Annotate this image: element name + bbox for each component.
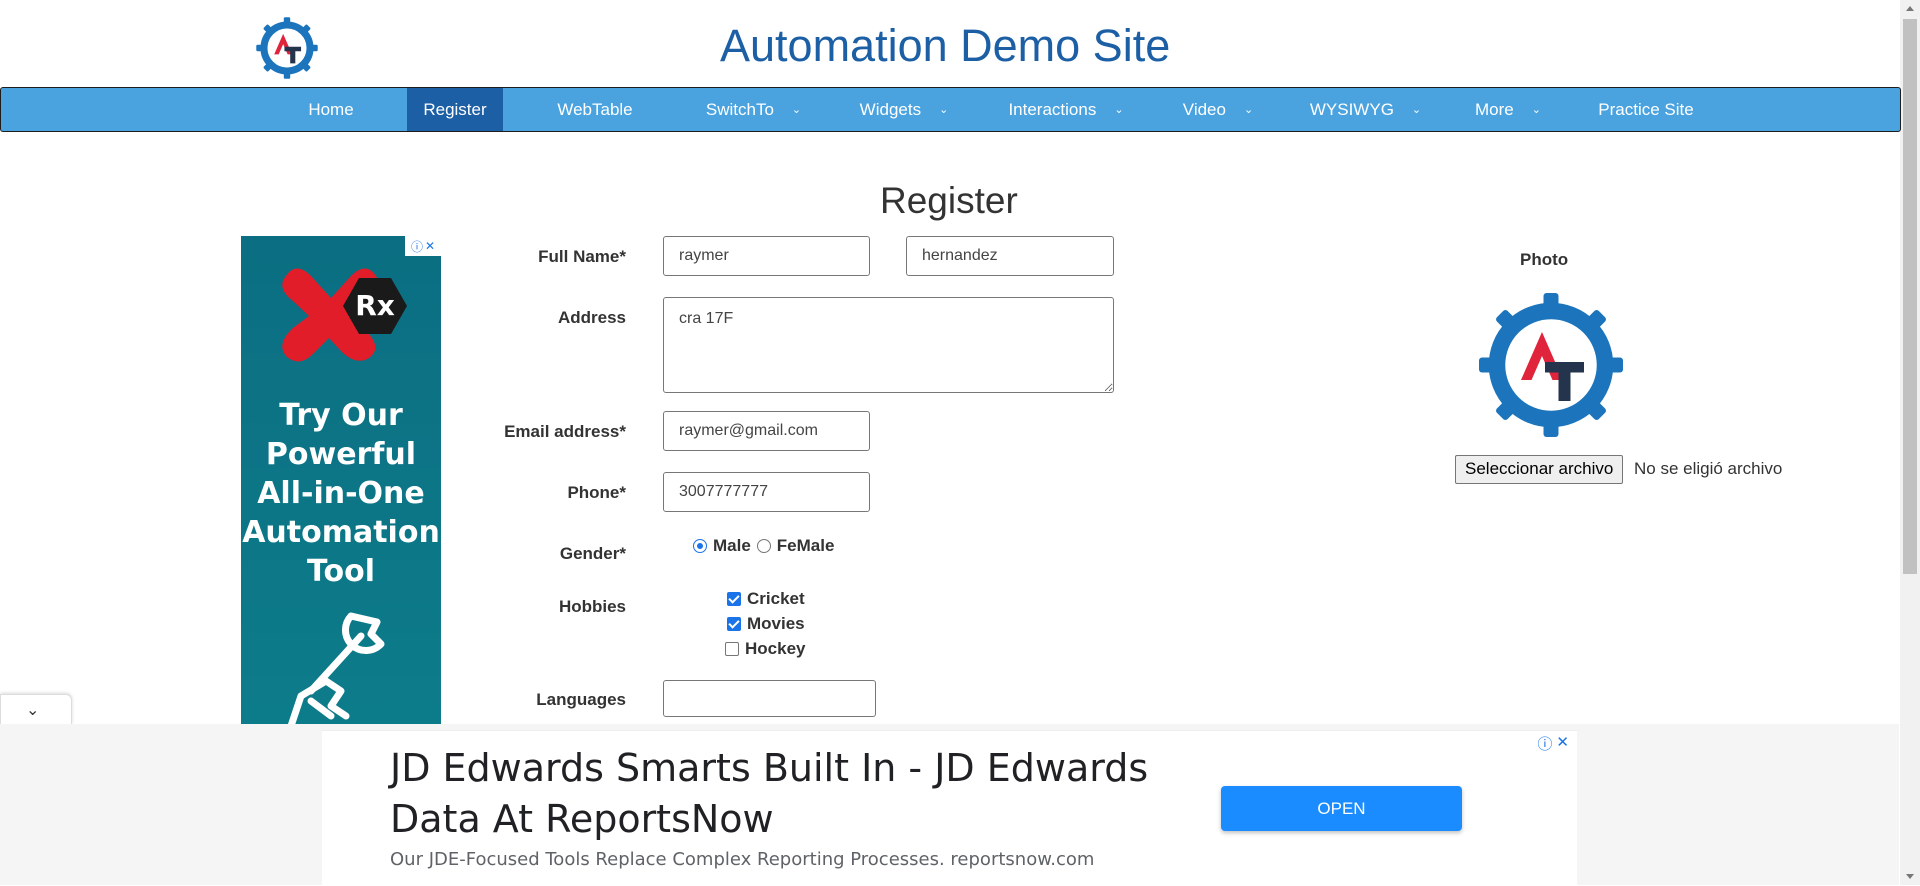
nav-webtable[interactable]: WebTable	[541, 88, 649, 131]
nav-register-label: Register	[423, 100, 487, 119]
nav-wysiwyg[interactable]: WYSIWYG ⌄	[1298, 88, 1433, 131]
ad-left-text: Try Our Powerful All-in-One Automation T…	[241, 396, 441, 591]
scroll-down-icon[interactable]	[1906, 874, 1914, 879]
collapse-ad-button[interactable]: ⌄	[0, 694, 72, 725]
nav-home-label: Home	[308, 100, 354, 119]
main-nav: Home Register WebTable SwitchTo ⌄ Widgets…	[0, 87, 1901, 132]
photo-preview-logo-icon	[1479, 293, 1623, 437]
wrench-hand-icon	[287, 612, 385, 724]
nav-practice-site-label: Practice Site	[1598, 100, 1694, 119]
last-name-input[interactable]	[906, 236, 1114, 276]
hobby-hockey: Hockey	[725, 639, 805, 659]
chevron-down-icon: ⌄	[26, 702, 40, 719]
email-input[interactable]	[663, 411, 870, 451]
nav-video[interactable]: Video ⌄	[1168, 88, 1268, 131]
full-name-label: Full Name*	[538, 247, 626, 266]
chevron-down-icon: ⌄	[939, 104, 949, 117]
hobby-cricket: Cricket	[727, 589, 805, 609]
gender-male-label: Male	[713, 536, 751, 555]
email-label: Email address*	[504, 422, 626, 441]
gender-female-label: FeMale	[776, 536, 835, 555]
chevron-down-icon: ⌄	[1411, 104, 1422, 117]
nav-interactions[interactable]: Interactions ⌄	[996, 88, 1136, 131]
choose-file-button[interactable]: Seleccionar archivo	[1455, 455, 1624, 484]
chevron-down-icon: ⌄	[1531, 104, 1541, 117]
hobby-hockey-label: Hockey	[745, 639, 806, 658]
ad-left-brand: Rx	[355, 289, 395, 322]
hobby-cricket-checkbox[interactable]	[727, 592, 741, 606]
ad-open-button[interactable]: OPEN	[1221, 786, 1462, 831]
scroll-up-icon[interactable]	[1906, 6, 1914, 11]
hobbies-label: Hobbies	[558, 597, 626, 616]
nav-practice-site[interactable]: Practice Site	[1591, 88, 1701, 131]
ad-subtext: Our JDE-Focused Tools Replace Complex Re…	[390, 849, 1095, 870]
nav-register[interactable]: Register	[407, 88, 503, 131]
phone-label: Phone*	[567, 483, 626, 502]
nav-switchto[interactable]: SwitchTo ⌄	[696, 88, 811, 131]
nav-widgets[interactable]: Widgets ⌄	[849, 88, 959, 131]
phone-input[interactable]	[663, 472, 870, 512]
nav-more-label: More	[1475, 100, 1514, 119]
languages-label: Languages	[536, 690, 626, 709]
nav-interactions-label: Interactions	[1008, 100, 1097, 119]
hobby-movies-checkbox[interactable]	[727, 617, 741, 631]
bottom-ad-banner[interactable]: ⓘ ✕ JD Edwards Smarts Built In - JD Edwar…	[322, 730, 1577, 886]
first-name-input[interactable]	[663, 236, 870, 276]
file-status-text: No se eligió archivo	[1634, 459, 1783, 478]
gender-male-radio[interactable]	[693, 539, 707, 553]
ad-choices-icon[interactable]: ⓘ ✕	[1537, 733, 1569, 754]
nav-webtable-label: WebTable	[557, 100, 633, 119]
hobby-movies: Movies	[727, 614, 805, 634]
ad-left-line: Try Our	[279, 398, 403, 433]
gender-radio-group: Male FeMale	[693, 536, 834, 556]
nav-widgets-label: Widgets	[859, 100, 922, 119]
scrollbar[interactable]	[1900, 0, 1920, 885]
ad-left-line: All-in-One	[257, 476, 425, 511]
gender-label: Gender*	[559, 544, 626, 563]
rx-brand-icon: Rx	[282, 268, 407, 362]
site-logo-icon	[256, 17, 318, 79]
ad-left-line: Powerful	[265, 437, 417, 472]
address-label: Address	[557, 308, 626, 327]
site-title: Automation Demo Site	[720, 20, 1171, 71]
hobby-hockey-checkbox[interactable]	[725, 642, 739, 656]
photo-label: Photo	[1520, 250, 1569, 269]
languages-multiselect[interactable]	[663, 680, 876, 717]
ad-banner-left[interactable]: ⓘ ✕ Rx Try Our Powerful All-in-One Automa…	[241, 236, 441, 724]
chevron-down-icon: ⌄	[791, 104, 802, 117]
ad-headline[interactable]: JD Edwards Smarts Built In - JD Edwards …	[390, 743, 1190, 845]
nav-video-label: Video	[1182, 100, 1226, 119]
ad-left-line: Tool	[307, 554, 375, 589]
page-title: Register	[880, 180, 1018, 221]
hobby-cricket-label: Cricket	[747, 589, 805, 608]
scrollbar-thumb[interactable]	[1903, 19, 1917, 574]
nav-more[interactable]: More ⌄	[1468, 88, 1548, 131]
hobby-movies-label: Movies	[747, 614, 805, 633]
nav-wysiwyg-label: WYSIWYG	[1309, 100, 1394, 119]
ad-left-line: Automation	[242, 515, 440, 550]
gender-female-radio[interactable]	[756, 539, 771, 553]
chevron-down-icon: ⌄	[1243, 104, 1254, 117]
chevron-down-icon: ⌄	[1114, 104, 1124, 117]
nav-home[interactable]: Home	[291, 88, 371, 131]
address-textarea[interactable]: cra 17F	[663, 297, 1114, 393]
nav-switchto-label: SwitchTo	[705, 100, 774, 119]
